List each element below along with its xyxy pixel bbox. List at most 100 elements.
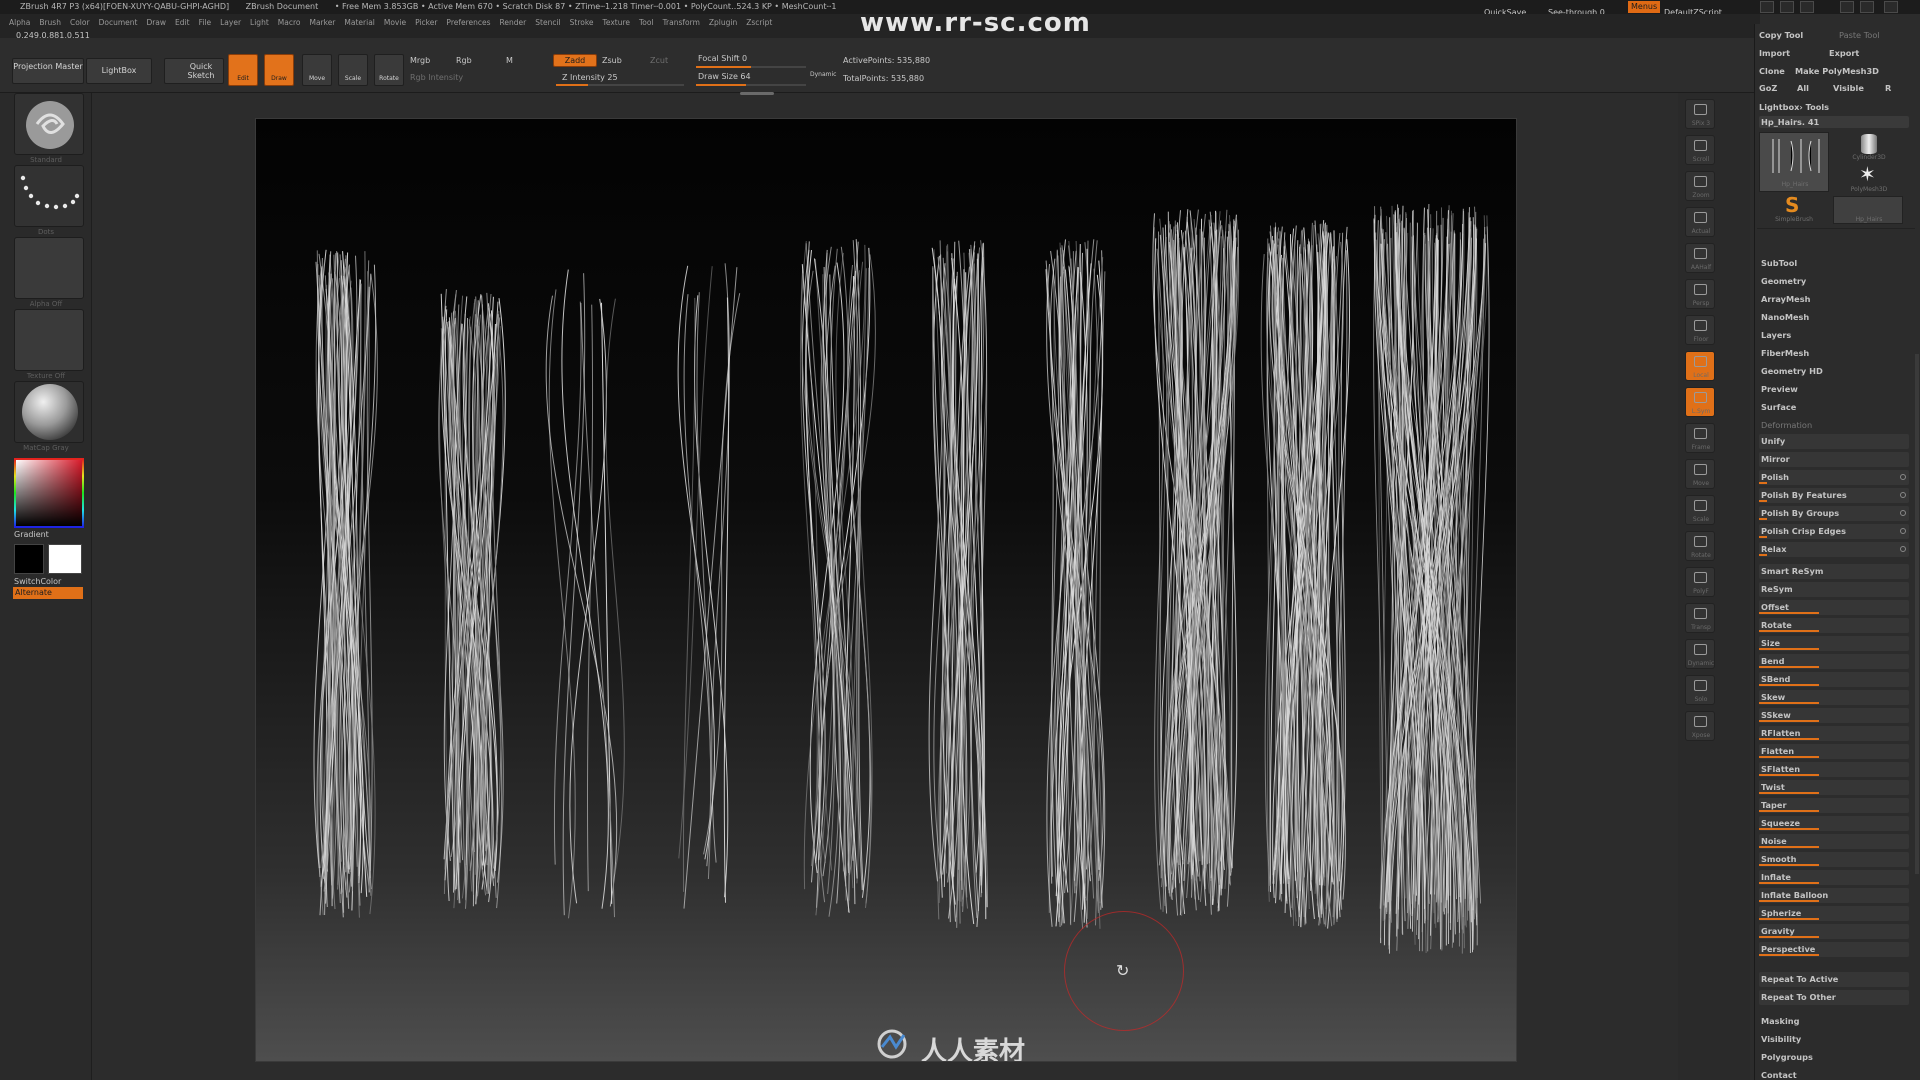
- scale-button[interactable]: Scale: [338, 54, 368, 86]
- copy-tool-button[interactable]: Copy Tool: [1759, 30, 1803, 40]
- all-button[interactable]: All: [1797, 83, 1809, 93]
- palette-section-masking[interactable]: Masking: [1761, 1016, 1800, 1026]
- menu-stroke[interactable]: Stroke: [570, 14, 594, 32]
- menu-alpha[interactable]: Alpha: [9, 14, 30, 32]
- palette-section-geometry-hd[interactable]: Geometry HD: [1761, 366, 1823, 376]
- polish-by-features-slider[interactable]: Polish By Features: [1759, 488, 1909, 503]
- palette-section-deformation[interactable]: Deformation: [1761, 420, 1812, 430]
- palette-section-arraymesh[interactable]: ArrayMesh: [1761, 294, 1810, 304]
- unify-button[interactable]: Unify: [1759, 434, 1909, 449]
- deform-slider-spherize[interactable]: Spherize: [1759, 906, 1909, 921]
- shelf-button-frame[interactable]: Frame: [1685, 423, 1715, 453]
- menu-light[interactable]: Light: [250, 14, 269, 32]
- shelf-button-scroll[interactable]: Scroll: [1685, 135, 1715, 165]
- menu-brush[interactable]: Brush: [39, 14, 61, 32]
- tool-thumb-cylinder3d[interactable]: Cylinder3D: [1833, 132, 1905, 162]
- deform-slider-squeeze[interactable]: Squeeze: [1759, 816, 1909, 831]
- shelf-button-floor[interactable]: Floor: [1685, 315, 1715, 345]
- texture-thumbnail[interactable]: [14, 309, 84, 371]
- palette-section-surface[interactable]: Surface: [1761, 402, 1796, 412]
- shelf-button-aahalf[interactable]: AAHalf: [1685, 243, 1715, 273]
- palette-section-preview[interactable]: Preview: [1761, 384, 1798, 394]
- deform-slider-size[interactable]: Size: [1759, 636, 1909, 651]
- deform-slider-skew[interactable]: Skew: [1759, 690, 1909, 705]
- menu-zscript[interactable]: Zscript: [746, 14, 772, 32]
- rgb-button[interactable]: Rgb: [456, 56, 472, 65]
- minimize-icon[interactable]: [1840, 1, 1854, 13]
- shelf-button-xpose[interactable]: Xpose: [1685, 711, 1715, 741]
- deform-slider-rflatten[interactable]: RFlatten: [1759, 726, 1909, 741]
- goz-button[interactable]: GoZ: [1759, 83, 1777, 93]
- menu-texture[interactable]: Texture: [603, 14, 630, 32]
- edit-button[interactable]: Edit: [228, 54, 258, 86]
- deform-slider-offset[interactable]: Offset: [1759, 600, 1909, 615]
- zadd-button[interactable]: Zadd: [553, 54, 597, 67]
- tool-thumb-hp-hairs[interactable]: Hp_Hairs: [1759, 132, 1829, 192]
- shelf-button-dynamic[interactable]: Dynamic: [1685, 639, 1715, 669]
- polish-crisp-edges-slider[interactable]: Polish Crisp Edges: [1759, 524, 1909, 539]
- layout-icon[interactable]: [1780, 1, 1794, 13]
- menu-picker[interactable]: Picker: [415, 14, 437, 32]
- palette-section-subtool[interactable]: SubTool: [1761, 258, 1797, 268]
- menu-layer[interactable]: Layer: [220, 14, 241, 32]
- alpha-thumbnail[interactable]: [14, 237, 84, 299]
- menu-stencil[interactable]: Stencil: [535, 14, 560, 32]
- draw-button[interactable]: Draw: [264, 54, 294, 86]
- menu-file[interactable]: File: [199, 14, 212, 32]
- draw-size-slider[interactable]: Draw Size 64: [698, 72, 751, 81]
- deform-slider-bend[interactable]: Bend: [1759, 654, 1909, 669]
- shelf-button-persp[interactable]: Persp: [1685, 279, 1715, 309]
- default-zscript-button[interactable]: DefaultZScript: [1660, 0, 1726, 17]
- repeat-to-other-button[interactable]: Repeat To Other: [1759, 990, 1909, 1005]
- quick-sketch-button[interactable]: Quick Sketch: [164, 58, 224, 84]
- rgb-intensity-slider[interactable]: Rgb Intensity: [410, 73, 463, 82]
- repeat-to-active-button[interactable]: Repeat To Active: [1759, 972, 1909, 987]
- color-picker[interactable]: [14, 458, 84, 528]
- m-button[interactable]: M: [506, 56, 513, 65]
- focal-shift-track[interactable]: [696, 66, 806, 68]
- palette-section-layers[interactable]: Layers: [1761, 330, 1791, 340]
- polish-by-groups-slider[interactable]: Polish By Groups: [1759, 506, 1909, 521]
- shelf-button-polyf[interactable]: PolyF: [1685, 567, 1715, 597]
- secondary-color-swatch[interactable]: [14, 544, 44, 574]
- dynamic-button[interactable]: Dynamic: [810, 71, 836, 78]
- deform-slider-taper[interactable]: Taper: [1759, 798, 1909, 813]
- shelf-button-transp[interactable]: Transp: [1685, 603, 1715, 633]
- menu-preferences[interactable]: Preferences: [446, 14, 490, 32]
- menu-movie[interactable]: Movie: [384, 14, 406, 32]
- palette-section-nanomesh[interactable]: NanoMesh: [1761, 312, 1809, 322]
- focal-shift-slider[interactable]: Focal Shift 0: [698, 54, 747, 63]
- menu-document[interactable]: Document: [99, 14, 138, 32]
- paste-tool-button[interactable]: Paste Tool: [1839, 30, 1880, 40]
- menu-color[interactable]: Color: [70, 14, 90, 32]
- palette-section-visibility[interactable]: Visibility: [1761, 1034, 1801, 1044]
- deform-slider-inflate-balloon[interactable]: Inflate Balloon: [1759, 888, 1909, 903]
- shelf-button-move[interactable]: Move: [1685, 459, 1715, 489]
- move-button[interactable]: Move: [302, 54, 332, 86]
- export-button[interactable]: Export: [1829, 48, 1859, 58]
- stroke-thumbnail[interactable]: [14, 165, 84, 227]
- projection-master-button[interactable]: Projection Master: [12, 58, 84, 84]
- relax-slider[interactable]: Relax: [1759, 542, 1909, 557]
- r-button[interactable]: R: [1885, 83, 1891, 93]
- shelf-button-zoom[interactable]: Zoom: [1685, 171, 1715, 201]
- import-button[interactable]: Import: [1759, 48, 1790, 58]
- mrgb-button[interactable]: Mrgb: [410, 56, 430, 65]
- brush-thumbnail[interactable]: [14, 93, 84, 155]
- palette-section-fibermesh[interactable]: FiberMesh: [1761, 348, 1809, 358]
- zcut-button[interactable]: Zcut: [650, 56, 668, 65]
- menu-transform[interactable]: Transform: [663, 14, 700, 32]
- make-polymesh-button[interactable]: Make PolyMesh3D: [1795, 66, 1879, 76]
- menu-zplugin[interactable]: Zplugin: [709, 14, 737, 32]
- alternate-button[interactable]: Alternate: [13, 587, 83, 599]
- deform-slider-rotate[interactable]: Rotate: [1759, 618, 1909, 633]
- tool-thumb-hp-hairs-2[interactable]: Hp_Hairs: [1833, 196, 1903, 224]
- shelf-button-spix-3[interactable]: SPix 3: [1685, 99, 1715, 129]
- polish-slider[interactable]: Polish: [1759, 470, 1909, 485]
- shelf-button-solo[interactable]: Solo: [1685, 675, 1715, 705]
- palette-scrollbar[interactable]: [1915, 354, 1919, 874]
- shelf-button-l-sym[interactable]: L.Sym: [1685, 387, 1715, 417]
- palette-icon[interactable]: [1800, 1, 1814, 13]
- quicksave-button[interactable]: QuickSave: [1480, 0, 1530, 17]
- shelf-button-scale[interactable]: Scale: [1685, 495, 1715, 525]
